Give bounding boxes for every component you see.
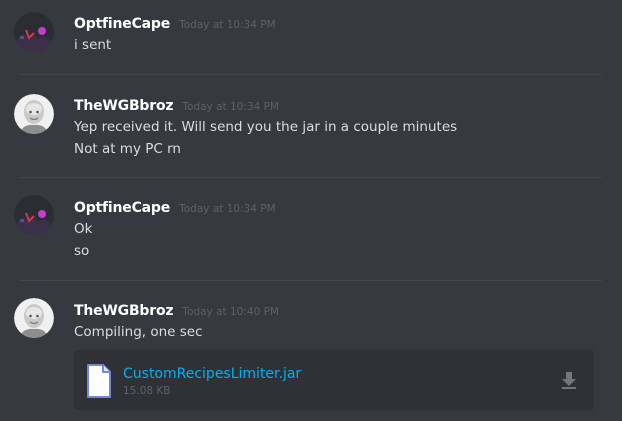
message-divider xyxy=(20,74,602,75)
file-icon xyxy=(86,363,112,403)
message-text: Compiling, one sec xyxy=(74,324,203,340)
timestamp: Today at 10:34 PM xyxy=(179,19,276,31)
avatar[interactable] xyxy=(14,195,54,235)
file-name-link[interactable]: CustomRecipesLimiter.jar xyxy=(123,366,301,382)
thewgbbroz-avatar-icon xyxy=(14,298,54,338)
avatar[interactable] xyxy=(14,298,54,338)
avatar[interactable] xyxy=(14,94,54,134)
message-header: TheWGBbroz Today at 10:34 PM xyxy=(74,95,279,114)
message-text: i sent xyxy=(74,37,112,53)
message-header: OptfineCape Today at 10:34 PM xyxy=(74,13,276,32)
message-text: Not at my PC rn xyxy=(74,141,181,157)
message-divider xyxy=(20,280,602,281)
username[interactable]: OptfineCape xyxy=(74,200,170,216)
file-size: 15.08 KB xyxy=(123,385,171,397)
username[interactable]: TheWGBbroz xyxy=(74,98,174,114)
message-text: Ok xyxy=(74,221,93,237)
username[interactable]: TheWGBbroz xyxy=(74,303,174,319)
message-header: TheWGBbroz Today at 10:40 PM xyxy=(74,300,279,319)
message-divider xyxy=(20,177,602,178)
message-text: so xyxy=(74,243,90,259)
message-header: OptfineCape Today at 10:34 PM xyxy=(74,197,276,216)
thewgbbroz-avatar-icon xyxy=(14,94,54,134)
username[interactable]: OptfineCape xyxy=(74,16,170,32)
optfinecape-avatar-icon xyxy=(14,12,54,52)
message-text: Yep received it. Will send you the jar i… xyxy=(74,119,458,135)
avatar[interactable] xyxy=(14,12,54,52)
timestamp: Today at 10:34 PM xyxy=(182,101,279,113)
file-attachment: CustomRecipesLimiter.jar 15.08 KB xyxy=(74,350,594,410)
timestamp: Today at 10:34 PM xyxy=(179,203,276,215)
optfinecape-avatar-icon xyxy=(14,195,54,235)
download-icon[interactable] xyxy=(561,371,577,393)
chat-messages: OptfineCape Today at 10:34 PM i sent The… xyxy=(0,0,622,421)
timestamp: Today at 10:40 PM xyxy=(182,306,279,318)
